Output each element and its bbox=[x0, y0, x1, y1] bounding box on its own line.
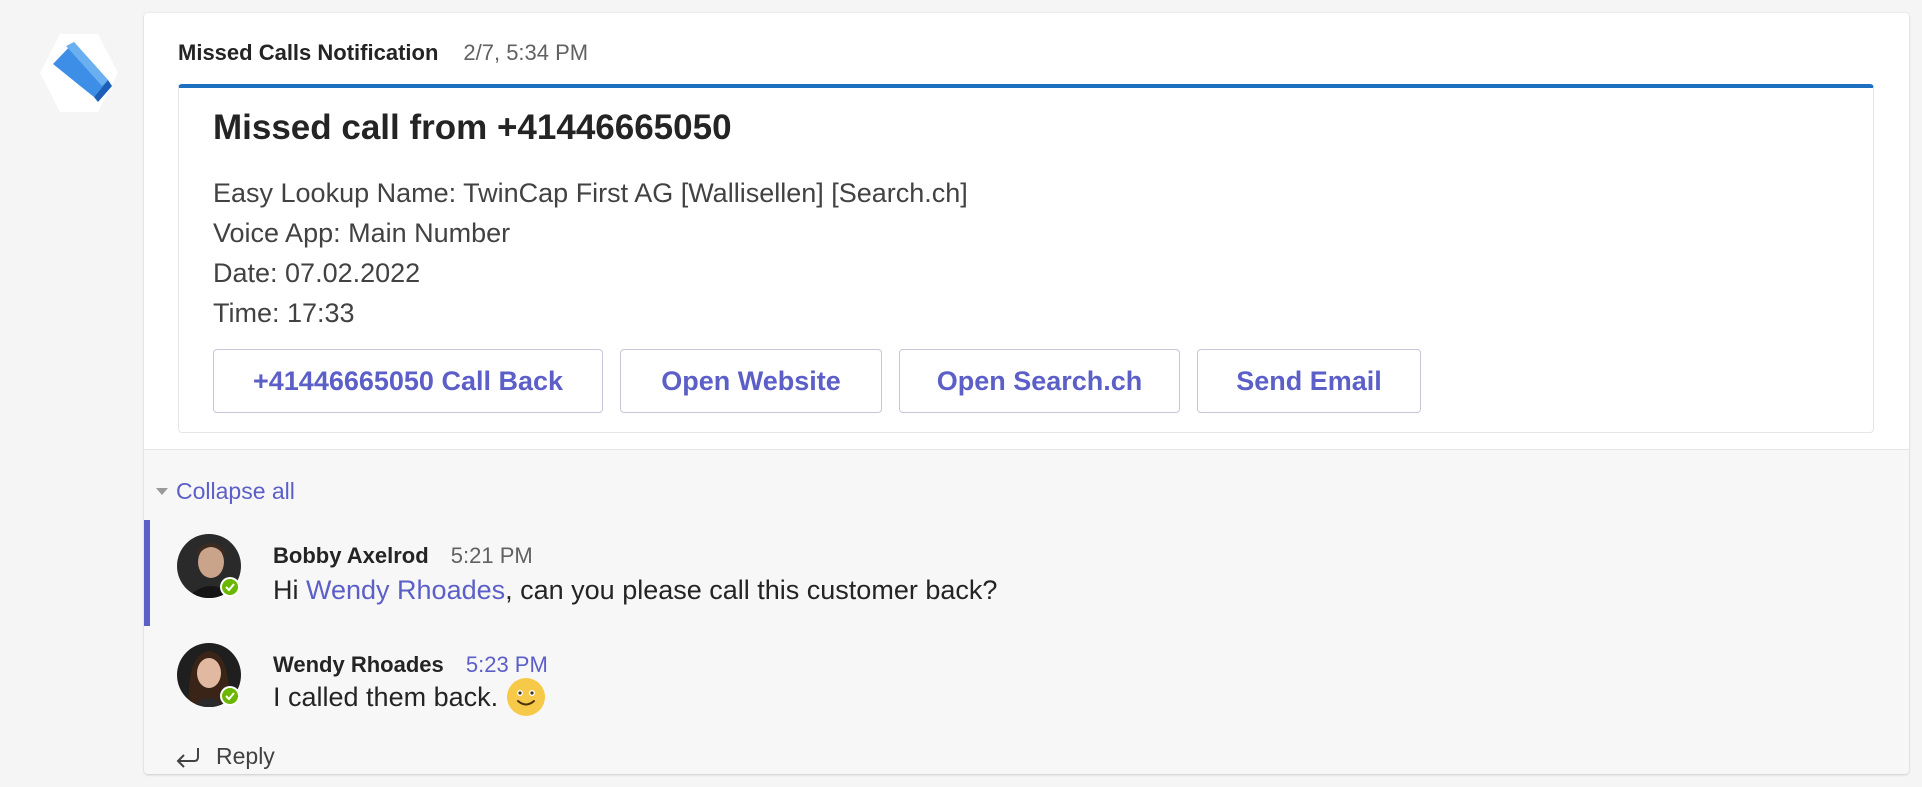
reply-text: Hi Wendy Rhoades, can you please call th… bbox=[273, 575, 997, 606]
lookup-name-line: Easy Lookup Name: TwinCap First AG [Wall… bbox=[213, 178, 968, 208]
reply-meta: Bobby Axelrod 5:21 PM bbox=[273, 543, 533, 569]
author-name[interactable]: Bobby Axelrod bbox=[273, 543, 429, 568]
reply-meta: Wendy Rhoades 5:23 PM bbox=[273, 652, 548, 678]
send-email-button[interactable]: Send Email bbox=[1197, 349, 1421, 413]
card-details: Easy Lookup Name: TwinCap First AG [Wall… bbox=[213, 173, 968, 333]
collapse-all-button[interactable]: Collapse all bbox=[156, 478, 295, 505]
post-timestamp: 2/7, 5:34 PM bbox=[463, 40, 589, 65]
open-search-ch-button[interactable]: Open Search.ch bbox=[899, 349, 1180, 413]
adaptive-card: Missed call from +41446665050 Easy Looku… bbox=[178, 84, 1874, 433]
reply-time: 5:21 PM bbox=[450, 543, 533, 568]
reply-message: Wendy Rhoades 5:23 PM I called them back… bbox=[144, 640, 1909, 720]
avatar[interactable] bbox=[177, 643, 241, 707]
person-avatar-icon bbox=[177, 643, 241, 707]
voice-app-line: Voice App: Main Number bbox=[213, 218, 511, 248]
mention-link[interactable]: Wendy Rhoades bbox=[306, 575, 505, 606]
reply-text: I called them back. bbox=[273, 677, 546, 717]
bot-avatar[interactable] bbox=[36, 30, 122, 116]
reply-message: Bobby Axelrod 5:21 PM Hi Wendy Rhoades, … bbox=[144, 520, 1909, 626]
reply-button[interactable]: Reply bbox=[174, 743, 275, 770]
text-prefix: Hi bbox=[273, 575, 306, 605]
card-actions: +41446665050 Call Back Open Website Open… bbox=[213, 349, 1421, 413]
channel-post: Missed Calls Notification 2/7, 5:34 PM M… bbox=[144, 13, 1909, 774]
post-header: Missed Calls Notification 2/7, 5:34 PM bbox=[178, 40, 588, 66]
collapse-all-label: Collapse all bbox=[176, 478, 295, 504]
chevron-down-icon bbox=[156, 488, 168, 495]
reply-arrow-icon bbox=[176, 747, 199, 768]
post-sender[interactable]: Missed Calls Notification bbox=[178, 40, 438, 65]
text-suffix: , can you please call this customer back… bbox=[505, 575, 998, 605]
avatar[interactable] bbox=[177, 534, 241, 598]
replies-section: Collapse all Bobby Axelrod 5:21 PM Hi We… bbox=[144, 450, 1909, 774]
time-line: Time: 17:33 bbox=[213, 298, 355, 328]
open-website-button[interactable]: Open Website bbox=[620, 349, 882, 413]
app-logo-icon bbox=[40, 34, 118, 112]
person-avatar-icon bbox=[177, 534, 241, 598]
smile-emoji-icon bbox=[507, 678, 546, 716]
call-back-button[interactable]: +41446665050 Call Back bbox=[213, 349, 603, 413]
reply-time[interactable]: 5:23 PM bbox=[466, 652, 548, 677]
author-name[interactable]: Wendy Rhoades bbox=[273, 652, 444, 677]
card-title: Missed call from +41446665050 bbox=[213, 108, 732, 147]
text-body: I called them back. bbox=[273, 681, 499, 712]
date-line: Date: 07.02.2022 bbox=[213, 258, 421, 288]
reply-label: Reply bbox=[216, 743, 275, 769]
